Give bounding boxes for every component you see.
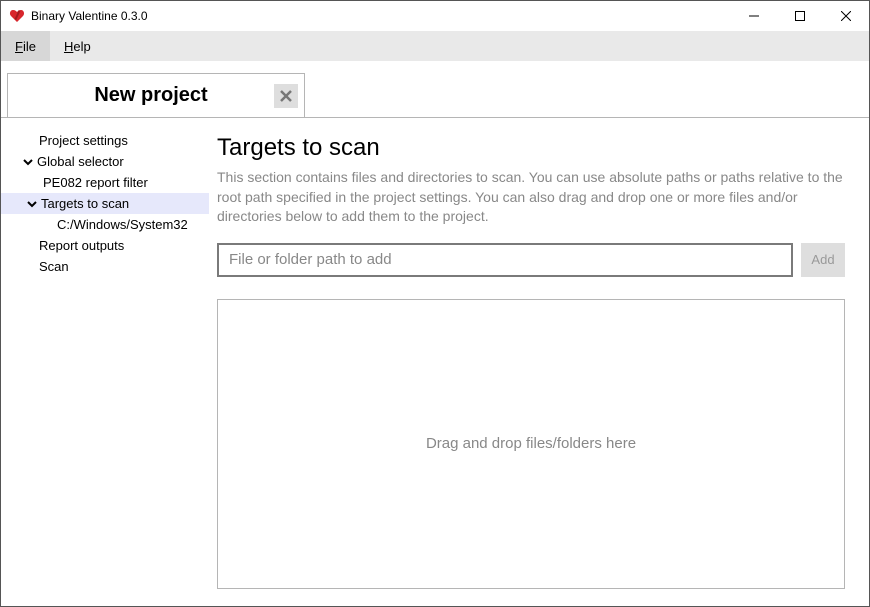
sidebar-item-scan[interactable]: Scan	[1, 256, 209, 277]
sidebar-item-label: Project settings	[39, 133, 128, 148]
dropzone-text: Drag and drop files/folders here	[426, 435, 636, 452]
page-description: This section contains files and director…	[217, 168, 845, 227]
menu-help[interactable]: Help	[50, 31, 105, 61]
sidebar-item-global-selector[interactable]: Global selector	[1, 151, 209, 172]
sidebar-item-target-path[interactable]: C:/Windows/System32	[1, 214, 209, 235]
dropzone[interactable]: Drag and drop files/folders here	[217, 299, 845, 589]
main-panel: Targets to scan This section contains fi…	[209, 118, 869, 606]
content: Project settings Global selector PE082 r…	[1, 117, 869, 606]
menubar: File Help	[1, 31, 869, 61]
sidebar-item-label: Global selector	[37, 154, 124, 169]
tabs-row: New project	[1, 61, 869, 117]
titlebar: Binary Valentine 0.3.0	[1, 1, 869, 31]
sidebar-item-label: PE082 report filter	[43, 175, 148, 190]
add-button[interactable]: Add	[801, 243, 845, 277]
sidebar-item-label: Report outputs	[39, 238, 124, 253]
tab-new-project[interactable]: New project	[7, 73, 305, 117]
close-button[interactable]	[823, 1, 869, 31]
sidebar-item-project-settings[interactable]: Project settings	[1, 130, 209, 151]
menu-file-mnemonic: F	[15, 39, 23, 54]
sidebar-item-targets-to-scan[interactable]: Targets to scan	[1, 193, 209, 214]
tab-title: New project	[28, 84, 274, 107]
chevron-down-icon	[19, 156, 37, 168]
sidebar: Project settings Global selector PE082 r…	[1, 118, 209, 606]
page-title: Targets to scan	[217, 134, 845, 162]
tab-close-button[interactable]	[274, 84, 298, 108]
add-path-row: Add	[217, 243, 845, 277]
chevron-down-icon	[23, 198, 41, 210]
sidebar-item-pe082-report-filter[interactable]: PE082 report filter	[1, 172, 209, 193]
sidebar-item-label: C:/Windows/System32	[57, 217, 188, 232]
sidebar-item-label: Scan	[39, 259, 69, 274]
sidebar-item-label: Targets to scan	[41, 196, 129, 211]
app-title: Binary Valentine 0.3.0	[31, 9, 148, 23]
app-icon	[9, 8, 25, 24]
menu-file[interactable]: File	[1, 31, 50, 61]
minimize-button[interactable]	[731, 1, 777, 31]
path-input[interactable]	[217, 243, 793, 277]
sidebar-item-report-outputs[interactable]: Report outputs	[1, 235, 209, 256]
maximize-button[interactable]	[777, 1, 823, 31]
menu-help-mnemonic: H	[64, 39, 73, 54]
